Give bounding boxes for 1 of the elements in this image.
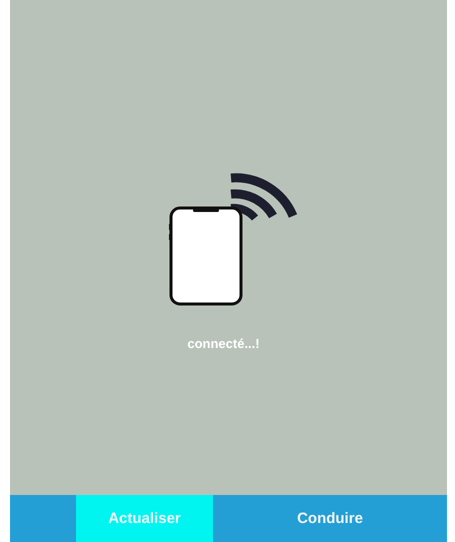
status-text: connecté...! <box>187 336 260 351</box>
